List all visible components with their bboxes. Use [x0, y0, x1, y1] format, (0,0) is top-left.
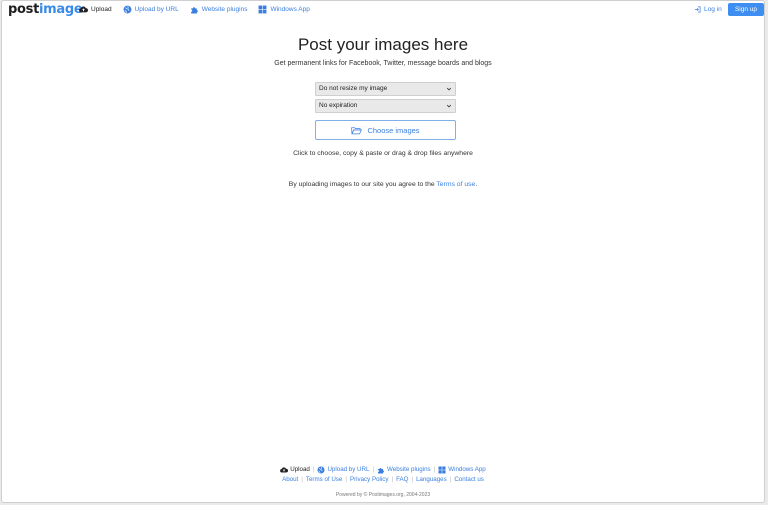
nav-upload-by-url[interactable]: Upload by URL: [123, 5, 179, 14]
cloud-upload-icon: [280, 466, 289, 473]
puzzle-icon: [378, 467, 385, 473]
top-navigation: postimage Upload Upload by URL Website p…: [2, 1, 764, 19]
footer-about-link[interactable]: About: [282, 475, 298, 484]
page-subtitle: Get permanent links for Facebook, Twitte…: [274, 60, 492, 67]
nav-website-plugins[interactable]: Website plugins: [190, 5, 248, 14]
terms-suffix: .: [475, 181, 478, 188]
nav-windows-app-label: Windows App: [270, 6, 310, 13]
terms-of-use-link[interactable]: Terms of use: [436, 181, 475, 188]
login-icon: [694, 6, 701, 13]
divider: |: [312, 466, 315, 473]
browser-page: postimage Upload Upload by URL Website p…: [1, 0, 765, 503]
footer-languages-link[interactable]: Languages: [416, 475, 447, 484]
logo-text-image: image: [39, 2, 83, 17]
puzzle-icon: [190, 7, 198, 14]
signup-button[interactable]: Sign up: [728, 3, 764, 16]
login-label: Log in: [704, 6, 722, 13]
divider: |: [433, 466, 436, 473]
footer-windows-app-label: Windows App: [448, 466, 486, 473]
page-title: Post your images here: [297, 35, 469, 54]
nav-upload[interactable]: Upload: [79, 5, 112, 14]
divider: |: [372, 466, 375, 473]
footer-nav: Upload | Upload by URL | Website plugins…: [2, 465, 764, 474]
logo[interactable]: postimage: [8, 2, 83, 17]
chevron-down-icon: [446, 87, 452, 91]
cloud-upload-icon: [79, 6, 88, 13]
resize-select[interactable]: Do not resize my image: [315, 82, 456, 96]
footer-terms-link[interactable]: Terms of Use: [306, 475, 342, 484]
nav-windows-app[interactable]: Windows App: [258, 5, 310, 14]
divider: |: [345, 476, 347, 483]
footer-privacy-link[interactable]: Privacy Policy: [350, 475, 389, 484]
choose-images-button[interactable]: Choose images: [315, 120, 456, 140]
footer-upload-label: Upload: [290, 466, 310, 473]
globe-icon: [123, 5, 132, 14]
nav-upload-by-url-label: Upload by URL: [134, 6, 179, 13]
footer-windows-app-link[interactable]: Windows App: [438, 465, 486, 474]
terms-notice: By uploading images to our site you agre…: [2, 180, 764, 189]
folder-open-icon: [351, 126, 363, 134]
footer-website-plugins-label: Website plugins: [387, 466, 431, 473]
globe-icon: [317, 466, 325, 473]
windows-icon: [438, 466, 446, 473]
divider: |: [301, 476, 303, 483]
choose-images-label: Choose images: [367, 125, 420, 135]
windows-icon: [259, 5, 267, 14]
divider: |: [449, 476, 452, 483]
footer-links: About | Terms of Use | Privacy Policy | …: [2, 475, 764, 484]
footer-upload-link[interactable]: Upload: [280, 465, 310, 474]
nav-website-plugins-label: Website plugins: [201, 6, 248, 13]
footer-contact-link[interactable]: Contact us: [454, 475, 484, 484]
expiration-select-value: No expiration: [319, 102, 358, 109]
divider: |: [411, 476, 414, 483]
login-link[interactable]: Log in: [694, 5, 722, 14]
resize-select-value: Do not resize my image: [319, 85, 388, 92]
footer-upload-by-url-link[interactable]: Upload by URL: [317, 465, 369, 474]
expiration-select[interactable]: No expiration: [315, 99, 456, 113]
copyright: Powered by © Postimages.org, 2004-2023: [335, 492, 431, 498]
footer-faq-link[interactable]: FAQ: [396, 475, 408, 484]
main-nav: Upload Upload by URL Website plugins Win…: [79, 5, 321, 14]
footer-upload-by-url-label: Upload by URL: [327, 466, 370, 473]
nav-upload-label: Upload: [91, 6, 112, 13]
terms-prefix: By uploading images to our site you agre…: [288, 181, 437, 188]
chevron-down-icon: [446, 104, 452, 108]
divider: |: [391, 476, 394, 483]
logo-text-post: post: [8, 2, 39, 17]
upload-hint: Click to choose, copy & paste or drag & …: [293, 150, 473, 157]
footer-website-plugins-link[interactable]: Website plugins: [377, 465, 431, 474]
